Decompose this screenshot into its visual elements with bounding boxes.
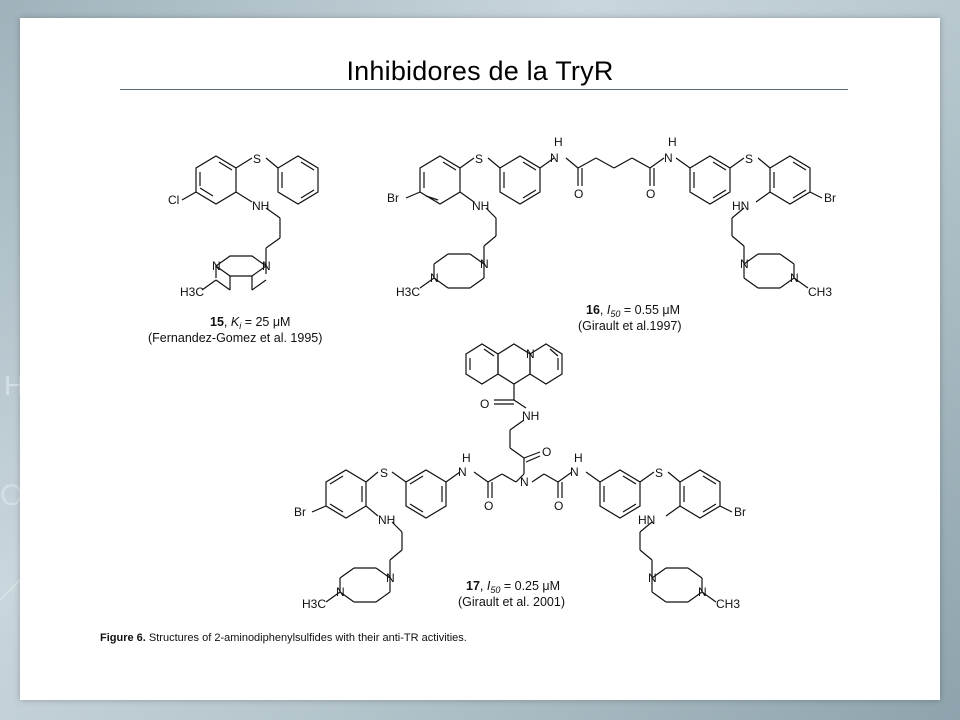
atom-label-h: H bbox=[668, 135, 677, 149]
atom-label-o: O bbox=[574, 187, 583, 201]
atom-label-n: N bbox=[480, 257, 489, 271]
compound-reference: (Fernandez-Gomez et al. 1995) bbox=[148, 331, 322, 345]
atom-label-nh: NH bbox=[522, 409, 539, 423]
measure-value: = 25 μM bbox=[245, 315, 291, 329]
atom-label-n: N bbox=[430, 271, 439, 285]
compound-16-caption: 16, I50 = 0.55 μM (Girault et al.1997) bbox=[578, 303, 682, 333]
atom-label-n: N bbox=[520, 475, 529, 489]
atom-label-s: S bbox=[475, 152, 483, 166]
atom-label-cl: Cl bbox=[168, 193, 179, 207]
atom-label-n: N bbox=[336, 585, 345, 599]
atom-label-br: Br bbox=[824, 191, 836, 205]
measure-value: = 0.25 μM bbox=[504, 579, 560, 593]
svg-text:17, I50 = 0.25 μM: 17, I50 = 0.25 μM bbox=[466, 579, 560, 595]
atom-label-h3c: H3C bbox=[180, 285, 204, 299]
atom-label-nh: NH bbox=[472, 199, 489, 213]
atom-label-o: O bbox=[480, 397, 489, 411]
atom-label-s: S bbox=[253, 152, 261, 166]
compound-number: 15 bbox=[210, 315, 224, 329]
atom-label-nh: NH bbox=[252, 199, 269, 213]
figure-caption-text: Structures of 2-aminodiphenylsulfides wi… bbox=[148, 632, 467, 644]
compound-reference: (Girault et al. 2001) bbox=[458, 595, 565, 609]
atom-label-o: O bbox=[542, 445, 551, 459]
measure-subscript: 50 bbox=[610, 309, 620, 319]
atom-label-n: N bbox=[550, 151, 559, 165]
atom-label-ch3: CH3 bbox=[716, 597, 740, 611]
atom-label-br: Br bbox=[294, 505, 306, 519]
atom-label-n: N bbox=[458, 465, 467, 479]
atom-label-n: N bbox=[386, 571, 395, 585]
compound-15-caption: 15, Ki = 25 μM (Fernandez-Gomez et al. 1… bbox=[148, 315, 322, 345]
compound-reference: (Girault et al.1997) bbox=[578, 319, 682, 333]
atom-label-n: N bbox=[698, 585, 707, 599]
atom-label-ch3: CH3 bbox=[808, 285, 832, 299]
atom-label-s: S bbox=[380, 466, 388, 480]
atom-label-n: N bbox=[526, 347, 535, 361]
figure-caption: Figure 6. Structures of 2-aminodiphenyls… bbox=[100, 632, 467, 644]
atom-label-s: S bbox=[655, 466, 663, 480]
compound-15-structure bbox=[181, 155, 319, 291]
atom-label-h: H bbox=[574, 451, 583, 465]
atom-label-n: N bbox=[262, 259, 271, 273]
compound-17-structure bbox=[311, 343, 733, 603]
slide: Inhibidores de la TryR S Cl NH N N H3C S… bbox=[20, 18, 940, 700]
atom-label-n: N bbox=[740, 257, 749, 271]
atom-label-hn: HN bbox=[732, 199, 749, 213]
compound-number: 16 bbox=[586, 303, 600, 317]
figure-caption-label: Figure 6. bbox=[100, 632, 146, 644]
svg-text:15, Ki = 25 μM: 15, Ki = 25 μM bbox=[210, 315, 290, 331]
atom-label-h3c: H3C bbox=[302, 597, 326, 611]
chemical-structures-figure: S Cl NH N N H3C S Br NH N N H3C H N O O … bbox=[56, 118, 904, 664]
atom-label-n: N bbox=[212, 259, 221, 273]
svg-text:16, I50 = 0.55 μM: 16, I50 = 0.55 μM bbox=[586, 303, 680, 319]
measure-subscript: 50 bbox=[490, 585, 500, 595]
atom-label-br: Br bbox=[734, 505, 746, 519]
slide-title: Inhibidores de la TryR bbox=[346, 56, 614, 86]
atom-label-s: S bbox=[745, 152, 753, 166]
compound-number: 17 bbox=[466, 579, 480, 593]
atom-label-h: H bbox=[554, 135, 563, 149]
compound-17-caption: 17, I50 = 0.25 μM (Girault et al. 2001) bbox=[458, 579, 565, 609]
atom-label-o: O bbox=[484, 499, 493, 513]
atom-label-nh: NH bbox=[378, 513, 395, 527]
atom-label-n: N bbox=[790, 271, 799, 285]
measure-value: = 0.55 μM bbox=[624, 303, 680, 317]
atom-label-hn: HN bbox=[638, 513, 655, 527]
atom-label-h3c: H3C bbox=[396, 285, 420, 299]
atom-label-n: N bbox=[570, 465, 579, 479]
atom-label-n: N bbox=[648, 571, 657, 585]
atom-label-br: Br bbox=[387, 191, 399, 205]
atom-label-n: N bbox=[664, 151, 673, 165]
compound-16-structure bbox=[405, 155, 823, 289]
atom-label-o: O bbox=[554, 499, 563, 513]
title-underline bbox=[120, 89, 848, 90]
structures-svg: S Cl NH N N H3C S Br NH N N H3C H N O O … bbox=[148, 135, 836, 611]
atom-label-o: O bbox=[646, 187, 655, 201]
atom-label-h: H bbox=[462, 451, 471, 465]
